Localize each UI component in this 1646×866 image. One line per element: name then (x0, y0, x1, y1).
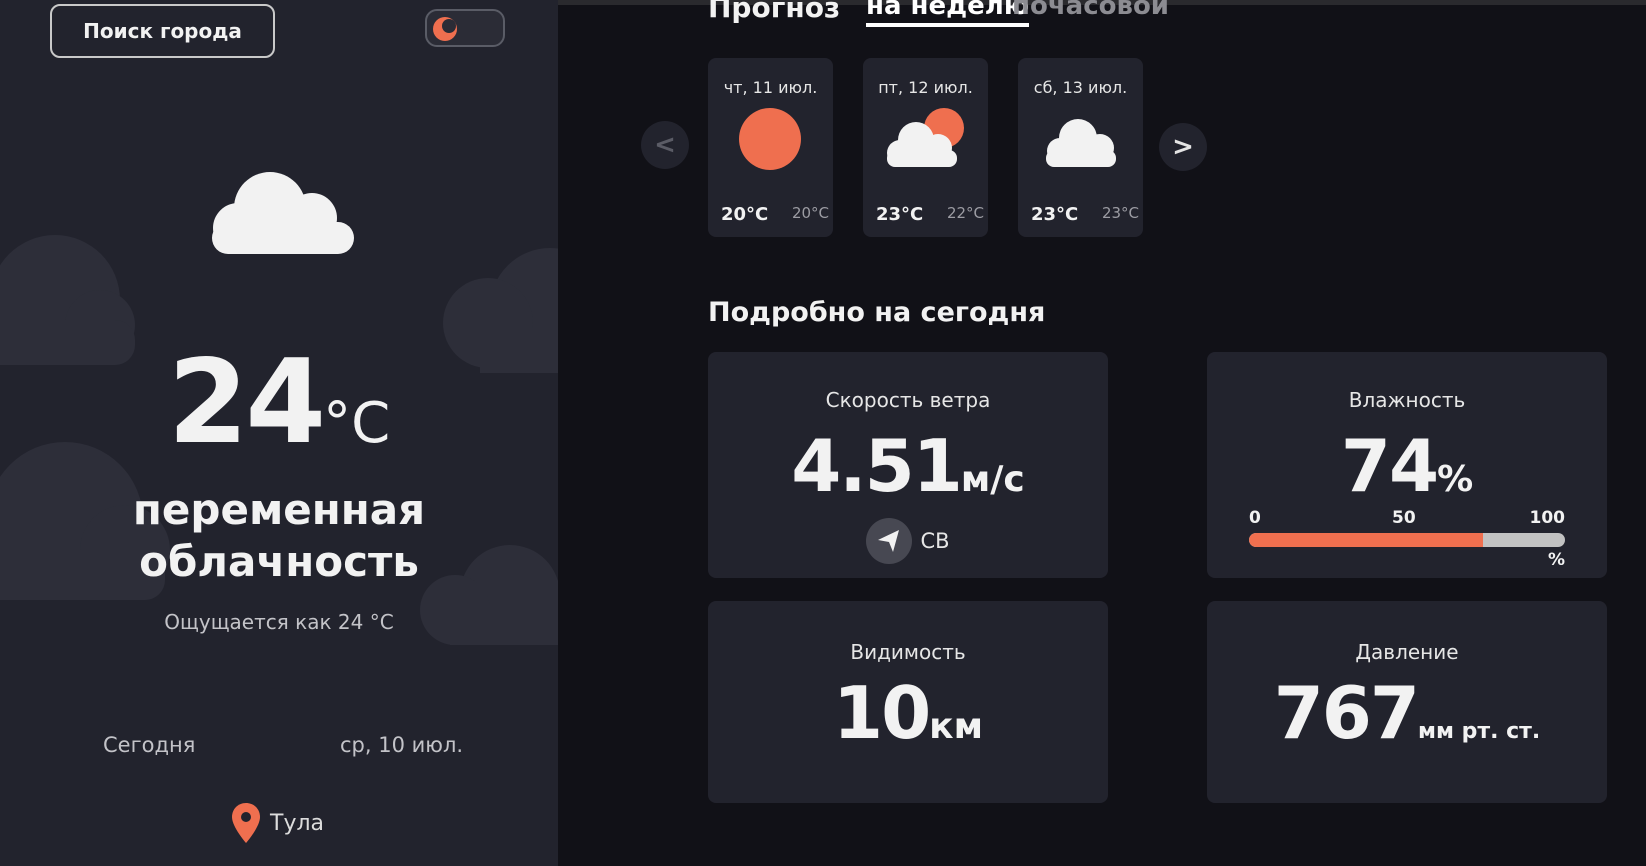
day-label: пт, 12 июл. (878, 78, 973, 97)
day-max-temp: 23°C (876, 204, 924, 225)
scale-min: 0 (1249, 508, 1261, 528)
day-min-temp: 23°C (1101, 204, 1139, 222)
tab-week[interactable]: на неделю (866, 0, 1030, 27)
pressure-value: 767мм рт. ст. (1207, 677, 1607, 749)
scale-mid: 50 (1392, 508, 1416, 528)
search-city-button[interactable]: Поиск города (50, 4, 275, 58)
day-min-temp: 22°C (946, 204, 984, 222)
day-label: сб, 13 июл. (1033, 78, 1128, 97)
feels-like: Ощущается как 24 °C (164, 610, 394, 634)
wind-card: Скорость ветра 4.51м/с СВ (708, 352, 1108, 578)
description-line-2: облачность (139, 537, 419, 586)
humidity-value: 74% (1207, 430, 1607, 502)
scale-max: 100 (1529, 508, 1566, 528)
humidity-bar (1249, 533, 1565, 547)
wind-direction: СВ (708, 518, 1108, 564)
moon-icon (433, 17, 457, 41)
temperature-unit: °C (323, 391, 391, 456)
humidity-number: 74 (1340, 424, 1439, 508)
current-date: ср, 10 июл. (340, 733, 464, 757)
day-min-temp: 20°C (791, 204, 829, 222)
theme-toggle[interactable] (425, 9, 505, 47)
wind-value: 4.51м/с (708, 430, 1108, 502)
forecast-day-card: пт, 12 июл. 23°C 22°C (863, 58, 988, 237)
day-max-temp: 20°C (721, 204, 769, 225)
visibility-number: 10 (832, 671, 931, 755)
location-pin-icon (232, 803, 260, 843)
location: Тула (232, 803, 324, 843)
humidity-card: Влажность 74% 0 50 100 % (1207, 352, 1607, 578)
visibility-value: 10км (708, 677, 1108, 749)
cloud-icon (1046, 119, 1116, 167)
forecast-day-card: чт, 11 июл. 20°C 20°C (708, 58, 833, 237)
next-arrow-button[interactable]: > (1159, 123, 1207, 171)
pressure-card: Давление 767мм рт. ст. (1207, 601, 1607, 803)
day-max-temp: 23°C (1031, 204, 1079, 225)
temperature-value: 24 (167, 335, 326, 470)
weather-description: переменная облачность (0, 484, 558, 588)
pressure-title: Давление (1355, 640, 1459, 664)
pressure-unit: мм рт. ст. (1418, 719, 1541, 744)
visibility-card: Видимость 10км (708, 601, 1108, 803)
partly-cloudy-icon (887, 108, 964, 167)
sun-icon (739, 108, 801, 170)
prev-arrow-button[interactable]: < (641, 121, 689, 169)
details-title: Подробно на сегодня (708, 297, 1046, 328)
wind-direction-icon (866, 518, 913, 564)
pressure-number: 767 (1273, 671, 1420, 755)
scale-unit: % (1547, 550, 1565, 570)
humidity-title: Влажность (1348, 388, 1466, 412)
wind-direction-label: СВ (920, 529, 950, 553)
description-line-1: переменная (132, 485, 426, 534)
wind-unit: м/с (960, 459, 1025, 500)
forecast-title: Прогноз (708, 0, 841, 24)
location-name: Тула (270, 810, 325, 836)
visibility-title: Видимость (850, 640, 966, 664)
humidity-unit: % (1437, 459, 1474, 500)
forecast-day-card: сб, 13 июл. 23°C 23°C (1018, 58, 1143, 237)
visibility-unit: км (929, 706, 984, 747)
today-label: Сегодня (103, 733, 196, 757)
wind-speed: 4.51 (791, 424, 963, 508)
wind-title: Скорость ветра (825, 388, 991, 412)
tab-hourly[interactable]: почасовой (1012, 0, 1169, 21)
humidity-bar-fill (1249, 533, 1483, 547)
current-temperature: 24°C (0, 345, 558, 461)
day-label: чт, 11 июл. (723, 78, 818, 97)
current-weather-panel: Поиск города 24°C переменная облачность … (0, 0, 558, 866)
cloud-icon (212, 172, 354, 254)
